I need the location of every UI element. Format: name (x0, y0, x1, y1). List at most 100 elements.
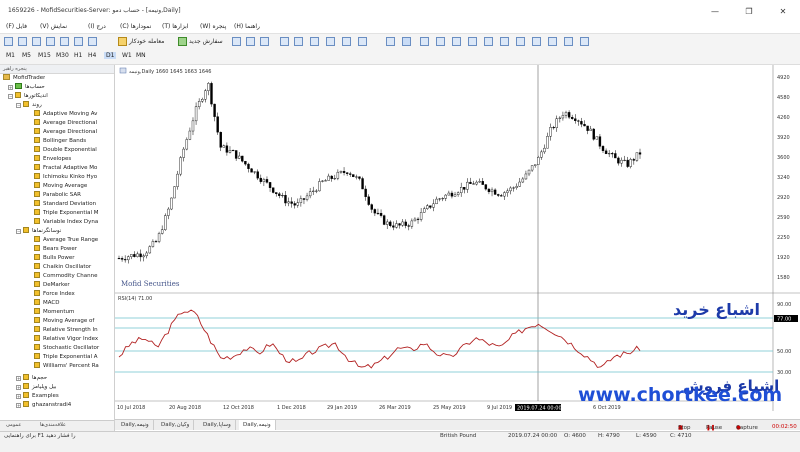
text-tool-button[interactable] (500, 36, 511, 46)
timeframe-m30[interactable]: M30 (56, 52, 69, 59)
trendline-button[interactable] (452, 36, 463, 46)
indicator-item[interactable]: Williams' Percent Ra (34, 362, 112, 371)
new-chart-button[interactable] (4, 36, 15, 46)
menu-view[interactable]: (V) نمایش (40, 23, 67, 30)
navigator-root[interactable]: MofidTrader (3, 74, 45, 83)
arrow-tool-button[interactable] (532, 36, 543, 46)
indicator-item[interactable]: Average Directional (34, 128, 112, 137)
chart-tab[interactable]: Daily,وکیان (157, 420, 195, 430)
indicator-item[interactable]: Relative Strength In (34, 326, 112, 335)
candle-chart-button[interactable] (246, 36, 257, 46)
navigator-examples[interactable]: + Examples (16, 392, 59, 401)
shapes-button[interactable] (548, 36, 559, 46)
line-chart-button[interactable] (260, 36, 271, 46)
menu-tools[interactable]: (T) ابزارها (162, 23, 188, 30)
cursor-button[interactable] (386, 36, 397, 46)
chart-tab-active[interactable]: Daily,ونیمه (239, 420, 276, 430)
auto-trading-button[interactable]: معامله خودکار (118, 36, 164, 46)
autoscroll-button[interactable] (326, 36, 337, 46)
fibo-button[interactable] (484, 36, 495, 46)
indicator-item[interactable]: Triple Exponential A (34, 353, 112, 362)
menu-window[interactable]: (W) پنجره (200, 23, 226, 30)
navigator-tab-favorites[interactable]: علاقه‌مندی‌ها (40, 422, 66, 428)
indicator-item[interactable]: Force Index (34, 290, 112, 299)
timeframe-h4[interactable]: H4 (88, 52, 96, 59)
zoom-out-button[interactable] (294, 36, 305, 46)
navigator-oscillators-folder[interactable]: − نوسانگرنماها (16, 227, 61, 236)
chart-window[interactable]: ونیمه,Daily 1660 1645 1663 1646 Mofid Se… (115, 65, 800, 420)
indicator-item[interactable]: Average True Range (34, 236, 112, 245)
navigator-tab-common[interactable]: عمومی (6, 422, 21, 428)
indicator-item[interactable]: Moving Average of (34, 317, 112, 326)
navigator-bill-williams[interactable]: + بیل ویلیامز (16, 383, 56, 392)
zoom-in-button[interactable] (280, 36, 291, 46)
bar-chart-button[interactable] (232, 36, 243, 46)
indicator-item[interactable]: Fractal Adaptive Mo (34, 164, 112, 173)
navigator-volumes[interactable]: + حجم‌ها (16, 374, 47, 383)
timeframe-m1[interactable]: M1 (6, 52, 15, 59)
maximize-button[interactable]: ❐ (732, 0, 766, 22)
templates-button[interactable] (580, 36, 591, 46)
indicator-item[interactable]: Ichimoku Kinko Hyo (34, 173, 112, 182)
timeframe-w1[interactable]: W1 (122, 52, 132, 59)
navigator-indicators[interactable]: − اندیکاتورها (8, 92, 48, 101)
zoom-out-icon (294, 36, 303, 46)
vertical-line-button[interactable] (420, 36, 431, 46)
indicator-item[interactable]: Average Directional (34, 119, 112, 128)
navigator-custom[interactable]: + ghazanstradi4 (16, 401, 71, 410)
chart-shift-button[interactable] (342, 36, 353, 46)
data-window-button[interactable] (46, 36, 57, 46)
navigator-accounts[interactable]: + حساب‌ها (8, 83, 45, 92)
terminal-button[interactable] (74, 36, 85, 46)
indicator-item[interactable]: Bears Power (34, 245, 112, 254)
indicator-item[interactable]: MACD (34, 299, 112, 308)
profiles-button[interactable] (18, 36, 29, 46)
crosshair-button[interactable] (402, 36, 413, 46)
minimize-button[interactable]: — (698, 0, 732, 22)
timeframe-m15[interactable]: M15 (38, 52, 51, 59)
indicator-item[interactable]: Bollinger Bands (34, 137, 112, 146)
timeframe-mn[interactable]: MN (136, 52, 146, 59)
timeframe-d1[interactable]: D1 (104, 52, 117, 59)
indicator-item[interactable]: Parabolic SAR (34, 191, 112, 200)
indicator-item[interactable]: DeMarker (34, 281, 112, 290)
tile-windows-button[interactable] (310, 36, 321, 46)
indicator-item[interactable]: Chaikin Oscillator (34, 263, 112, 272)
close-button[interactable]: ✕ (766, 0, 800, 22)
indicators-button[interactable] (358, 36, 369, 46)
horizontal-line-button[interactable] (436, 36, 447, 46)
candle-body (154, 241, 158, 243)
label-tool-button[interactable] (516, 36, 527, 46)
candle-body (623, 159, 626, 161)
new-order-button[interactable]: سفارش جدید (178, 36, 223, 46)
price-chart[interactable]: ونیمه,Daily 1660 1645 1663 1646 Mofid Se… (115, 65, 800, 420)
indicator-item[interactable]: Stochastic Oscillator (34, 344, 112, 353)
indicator-item[interactable]: Triple Exponential M (34, 209, 112, 218)
market-watch-button[interactable] (32, 36, 43, 46)
chart-tab[interactable]: Daily,ونیمه (117, 420, 154, 430)
periods-button[interactable] (564, 36, 575, 46)
indicator-item[interactable]: Envelopes (34, 155, 112, 164)
candle-body (493, 189, 497, 195)
indicator-item[interactable]: Adaptive Moving Av (34, 110, 112, 119)
navigator-trend-folder[interactable]: − روند (16, 101, 42, 110)
navigator-button[interactable] (60, 36, 71, 46)
menu-file[interactable]: (F) فایل (6, 23, 27, 30)
menu-insert[interactable]: (I) درج (88, 23, 106, 30)
menu-help[interactable]: (H) راهنما (234, 23, 260, 30)
indicator-item[interactable]: Variable Index Dyna (34, 218, 112, 227)
indicator-item[interactable]: Momentum (34, 308, 112, 317)
timeframe-m5[interactable]: M5 (22, 52, 31, 59)
indicator-item[interactable]: Relative Vigor Index (34, 335, 112, 344)
candle-body (580, 121, 583, 125)
menu-charts[interactable]: (C) نمودارها (120, 23, 151, 30)
indicator-item[interactable]: Standard Deviation (34, 200, 112, 209)
indicator-item[interactable]: Double Exponential (34, 146, 112, 155)
timeframe-h1[interactable]: H1 (74, 52, 82, 59)
indicator-item[interactable]: Bulls Power (34, 254, 112, 263)
indicator-item[interactable]: Moving Average (34, 182, 112, 191)
tester-button[interactable] (88, 36, 99, 46)
channel-button[interactable] (468, 36, 479, 46)
chart-tab[interactable]: Daily,وساپا (199, 420, 236, 430)
indicator-item[interactable]: Commodity Channe (34, 272, 112, 281)
